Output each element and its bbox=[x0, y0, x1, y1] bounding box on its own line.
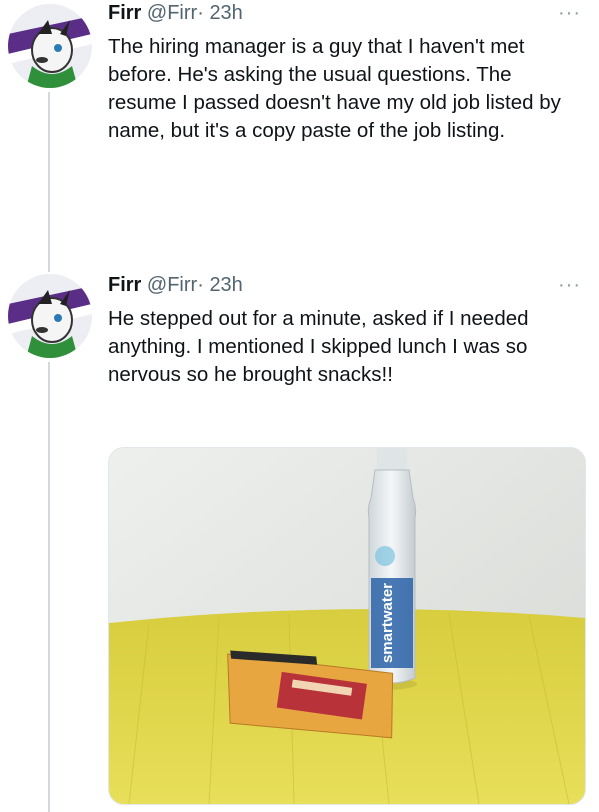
separator-dot: · bbox=[197, 2, 204, 24]
tweet-photo[interactable]: smartwater bbox=[108, 447, 586, 805]
thread-line bbox=[48, 362, 50, 812]
tweet-header: Firr @Firr· 23h bbox=[108, 274, 243, 297]
more-options-icon[interactable]: ··· bbox=[558, 274, 581, 297]
avatar[interactable] bbox=[8, 4, 92, 88]
display-name[interactable]: Firr bbox=[108, 274, 141, 296]
user-handle[interactable]: @Firr bbox=[147, 2, 197, 24]
tweet-text: He stepped out for a minute, asked if I … bbox=[108, 307, 529, 386]
tweet-header: Firr @Firr· 23h bbox=[108, 2, 243, 25]
thread-line bbox=[48, 92, 50, 272]
timestamp[interactable]: 23h bbox=[209, 274, 242, 296]
display-name[interactable]: Firr bbox=[108, 2, 141, 24]
bottle-label: smartwater bbox=[379, 583, 396, 663]
more-options-icon[interactable]: ··· bbox=[558, 2, 581, 25]
avatar[interactable] bbox=[8, 274, 92, 358]
photo-scene: smartwater bbox=[109, 448, 585, 804]
separator-dot: · bbox=[197, 274, 204, 296]
timestamp[interactable]: 23h bbox=[209, 2, 242, 24]
avatar-image bbox=[8, 4, 92, 88]
avatar-image bbox=[8, 274, 92, 358]
user-handle[interactable]: @Firr bbox=[147, 274, 197, 296]
tweet-text: The hiring manager is a guy that I haven… bbox=[108, 35, 561, 142]
